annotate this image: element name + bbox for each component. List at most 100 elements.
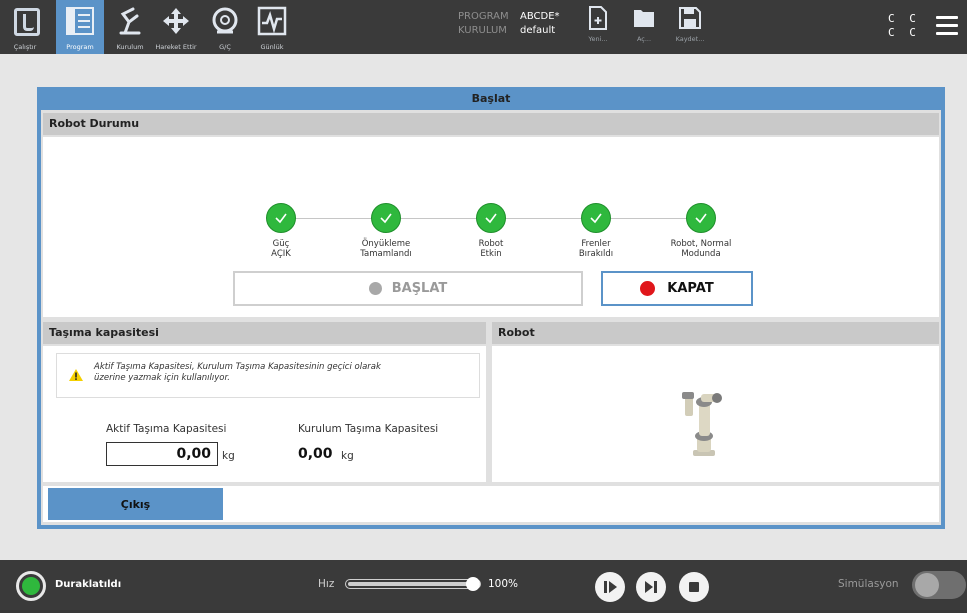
nav-installation-label: Kurulum	[116, 43, 144, 51]
move-arrows-icon	[163, 8, 189, 34]
nav-log-label: Günlük	[260, 43, 284, 51]
active-payload-label: Aktif Taşıma Kapasitesi	[106, 423, 227, 435]
simulation-label: Simülasyon	[838, 578, 899, 590]
robot-status-text: Duraklatıldı	[55, 579, 122, 590]
new-button[interactable]: Yeni...	[573, 6, 623, 54]
robot-model-icon	[682, 392, 722, 456]
menu-icon[interactable]	[936, 16, 958, 36]
nav-log[interactable]: Günlük	[252, 0, 292, 54]
stop-button[interactable]	[679, 572, 709, 602]
warning-line1: Aktif Taşıma Kapasitesi, Kurulum Taşıma …	[94, 362, 381, 372]
program-key: PROGRAM	[458, 11, 509, 22]
speed-slider-fill	[348, 582, 468, 586]
active-payload-input[interactable]: 0,00	[106, 442, 218, 466]
check-icon	[686, 203, 716, 233]
robot-status-header: Robot Durumu	[43, 113, 939, 135]
robot-panel-header: Robot	[492, 322, 939, 344]
check-icon	[266, 203, 296, 233]
step-button[interactable]	[636, 572, 666, 602]
nav-move[interactable]: Hareket Ettir	[150, 0, 202, 54]
save-label: Kaydet...	[675, 35, 705, 43]
step-normal-mode: Robot, Normal Modunda	[656, 203, 746, 259]
nav-move-label: Hareket Ettir	[155, 43, 197, 51]
install-payload-label: Kurulum Taşıma Kapasitesi	[298, 423, 439, 435]
warning-line2: üzerine yazmak için kullanılıyor.	[94, 373, 230, 383]
cc-indicator: C C C C	[888, 12, 920, 40]
start-status-dot	[368, 282, 382, 295]
program-icon	[66, 7, 94, 35]
payload-warning: Aktif Taşıma Kapasitesi, Kurulum Taşıma …	[56, 353, 480, 398]
step-power-line1: Güç	[272, 239, 290, 249]
step-robot-line1: Robot	[478, 239, 504, 249]
simulation-toggle[interactable]	[912, 571, 966, 599]
step-brakes-line1: Frenler	[581, 239, 611, 249]
speed-slider-handle[interactable]	[466, 577, 480, 591]
install-payload-unit: kg	[341, 450, 354, 462]
nav-program-label: Program	[66, 43, 94, 51]
play-button[interactable]	[595, 572, 625, 602]
power-off-label: KAPAT	[667, 281, 714, 296]
robot-status-panel: Güç AÇIK Önyükleme Tamamlandı Robot Etkin F…	[43, 137, 939, 317]
nav-io-label: G/Ç	[219, 43, 231, 51]
new-label: Yeni...	[588, 35, 608, 43]
step-brakes-line2: Bırakıldı	[578, 249, 614, 259]
save-button[interactable]: Kaydet...	[665, 6, 715, 54]
active-payload-unit: kg	[222, 450, 235, 462]
step-forward-icon	[645, 581, 657, 593]
play-icon	[604, 581, 617, 593]
exit-button[interactable]: Çıkış	[48, 488, 223, 520]
check-icon	[371, 203, 401, 233]
nav-run[interactable]: Çalıştır	[0, 0, 50, 54]
program-name: ABCDE*	[520, 11, 560, 22]
power-off-button[interactable]: KAPAT	[601, 271, 753, 306]
step-power-line2: AÇIK	[271, 249, 291, 259]
step-boot-line2: Tamamlandı	[360, 249, 412, 259]
save-disk-icon	[679, 7, 701, 29]
robot-panel	[492, 346, 939, 482]
warning-icon	[69, 369, 83, 381]
footer-bar: Duraklatıldı Hız 100% Simülasyon	[0, 560, 967, 613]
folder-icon	[634, 10, 654, 27]
stop-icon	[689, 582, 699, 592]
step-brakes: Frenler Bırakıldı	[551, 203, 641, 259]
log-chart-icon	[257, 6, 287, 36]
payload-panel: Aktif Taşıma Kapasitesi, Kurulum Taşıma …	[43, 346, 486, 482]
installation-key: KURULUM	[458, 25, 507, 36]
cc-bottom: C C	[888, 26, 920, 39]
stop-status-dot	[640, 281, 656, 296]
payload-header: Taşıma kapasitesi	[43, 322, 486, 344]
start-button[interactable]: BAŞLAT	[233, 271, 583, 306]
io-gauge-icon	[212, 7, 238, 34]
speed-value: 100%	[488, 578, 519, 590]
step-power: Güç AÇIK	[236, 203, 326, 259]
check-icon	[581, 203, 611, 233]
nav-program[interactable]: Program	[56, 0, 104, 54]
speed-slider[interactable]	[345, 577, 481, 591]
nav-io[interactable]: G/Ç	[206, 0, 244, 54]
open-label: Aç...	[636, 35, 652, 43]
nav-run-label: Çalıştır	[13, 43, 37, 51]
robot-status-icon[interactable]	[16, 571, 46, 601]
dialog-body: Robot Durumu Güç AÇIK Önyükleme Tamamlandı…	[41, 110, 941, 525]
step-boot: Önyükleme Tamamlandı	[341, 203, 431, 259]
open-button[interactable]: Aç...	[619, 6, 669, 54]
top-bar: Çalıştır Program Kurulum Hareket Ettir G…	[0, 0, 967, 54]
start-dialog: Başlat Robot Durumu Güç AÇIK Önyükleme Tam…	[37, 87, 945, 529]
simulation-toggle-knob	[915, 573, 939, 597]
step-robot-enabled: Robot Etkin	[446, 203, 536, 259]
step-robot-line2: Etkin	[480, 249, 502, 259]
cc-top: C C	[888, 12, 920, 25]
step-normal-line2: Modunda	[681, 249, 721, 259]
step-boot-line1: Önyükleme	[361, 239, 411, 249]
new-file-icon	[589, 6, 607, 30]
step-normal-line1: Robot, Normal	[670, 239, 732, 249]
speed-label: Hız	[318, 578, 335, 590]
dialog-title: Başlat	[471, 92, 511, 105]
start-label: BAŞLAT	[391, 281, 448, 296]
robot-arm-icon	[119, 7, 141, 35]
program-info: PROGRAM ABCDE* KURULUM default	[458, 10, 560, 38]
install-payload-value: 0,00	[298, 446, 333, 462]
check-icon	[476, 203, 506, 233]
nav-installation[interactable]: Kurulum	[110, 0, 150, 54]
installation-name: default	[520, 25, 556, 36]
